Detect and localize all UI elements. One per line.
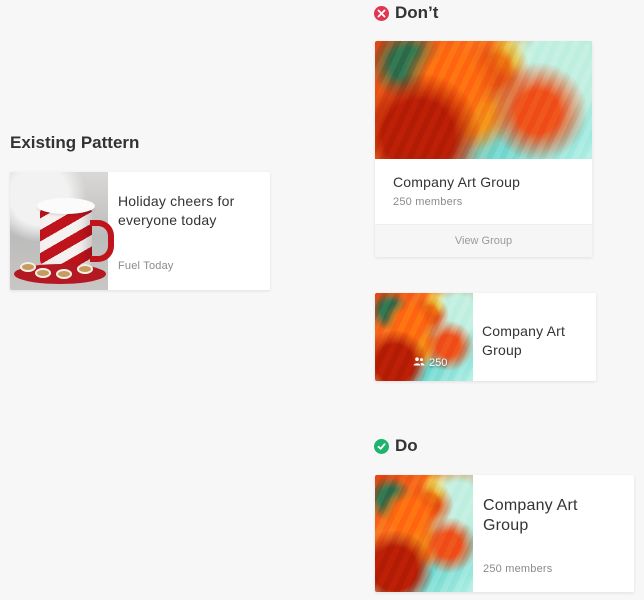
dont-large-group-card[interactable]: Company Art Group 250 members View Group [375, 41, 592, 257]
art-group-thumbnail [375, 475, 473, 592]
member-count: 250 [429, 357, 448, 369]
art-group-image [375, 41, 592, 159]
view-group-button[interactable]: View Group [375, 224, 592, 257]
article-title: Holiday cheers for everyone today [118, 193, 235, 228]
mug-photo-image [10, 172, 114, 290]
do-heading: Do [395, 436, 418, 455]
close-circle-icon [374, 5, 389, 21]
group-title: Company Art Group [483, 497, 578, 534]
dont-label: Don’t [374, 3, 438, 23]
group-members: 250 members [483, 563, 553, 575]
member-count-overlay: 250 [413, 357, 447, 369]
existing-pattern-card[interactable]: Holiday cheers for everyone today Fuel T… [10, 172, 270, 290]
do-label: Do [374, 436, 418, 456]
do-group-card[interactable]: Company Art Group 250 members [375, 475, 634, 592]
people-icon [413, 357, 425, 369]
art-group-thumbnail: 250 [375, 293, 473, 381]
existing-pattern-heading: Existing Pattern [10, 133, 140, 152]
dont-heading: Don’t [395, 3, 439, 22]
dont-small-group-card[interactable]: 250 Company Art Group [375, 293, 596, 381]
group-members: 250 members [393, 196, 463, 208]
group-title: Company Art Group [393, 174, 521, 190]
article-source: Fuel Today [118, 260, 174, 272]
check-circle-icon [374, 438, 389, 454]
group-title: Company Art Group [482, 323, 566, 358]
